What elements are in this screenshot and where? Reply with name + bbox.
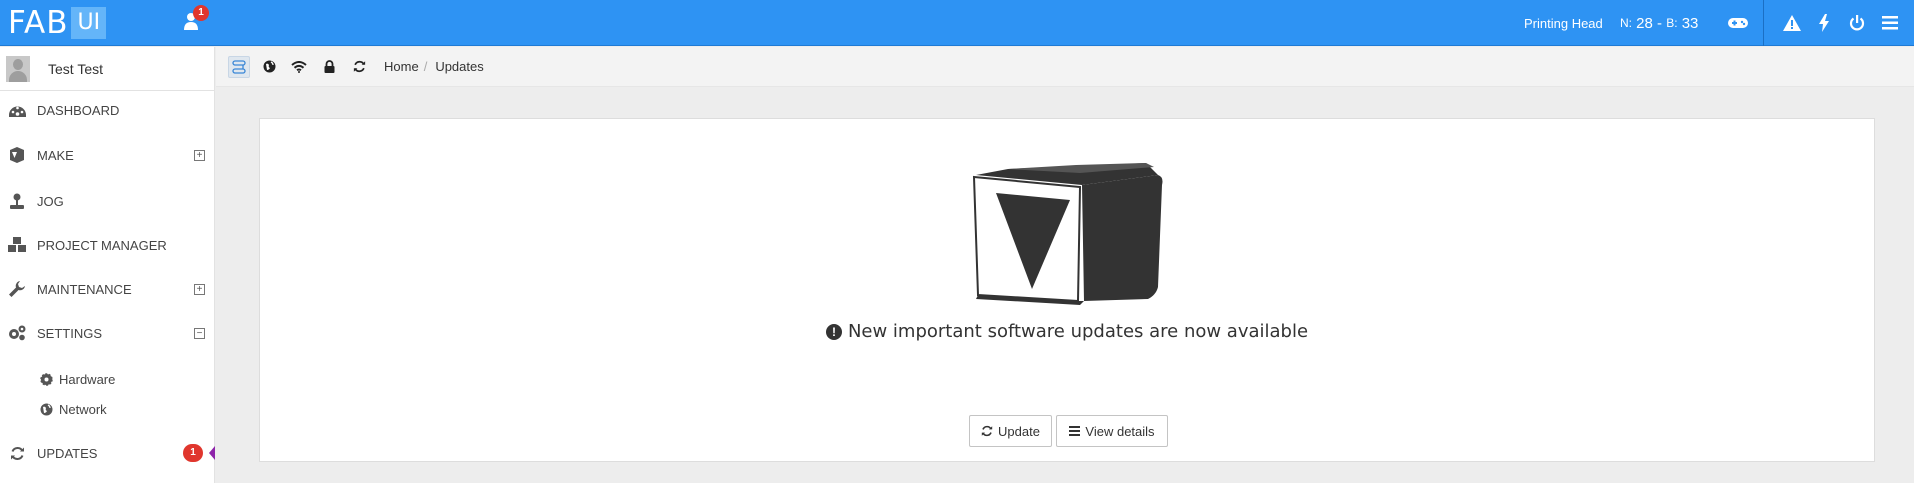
sidebar-item-label: PROJECT MANAGER: [37, 237, 167, 253]
sidebar-subitem-network[interactable]: Network: [0, 395, 215, 423]
temp-separator: -: [1657, 14, 1663, 32]
hamburger-icon: [1882, 16, 1898, 30]
sidebar-item-project-manager[interactable]: PROJECT MANAGER: [0, 227, 215, 263]
gamepad-button[interactable]: [1728, 13, 1748, 33]
sidebar-item-label: MAKE: [37, 147, 74, 163]
updates-badge: 1: [183, 444, 203, 462]
breadcrumb-current: Updates: [435, 59, 484, 74]
shutdown-button[interactable]: [1847, 13, 1867, 33]
expand-toggle[interactable]: +: [194, 283, 205, 295]
bed-label: B:: [1666, 16, 1678, 30]
wifi-icon: [291, 60, 307, 73]
sidebar-item-jog[interactable]: JOG: [0, 183, 215, 219]
exclamation-circle-icon: !: [825, 323, 842, 340]
user-profile[interactable]: Test Test: [0, 47, 214, 91]
sidebar-subitem-hardware[interactable]: Hardware: [0, 365, 215, 393]
internet-status-button[interactable]: [258, 56, 280, 78]
sidebar-item-dashboard[interactable]: DASHBOARD: [0, 92, 215, 128]
nozzle-temperature: 28: [1636, 14, 1653, 32]
temperature-readout[interactable]: N: 28 - B: 33: [1620, 0, 1698, 46]
warning-icon: [1783, 15, 1801, 31]
updates-panel: ! New important software updates are now…: [259, 118, 1875, 462]
refresh-page-button[interactable]: [348, 56, 370, 78]
top-header: FAB UI 1 Printing Head N: 28 - B: 33: [0, 0, 1914, 46]
header-divider: [1763, 0, 1764, 46]
view-details-button[interactable]: View details: [1056, 415, 1168, 447]
dashboard-icon: [7, 100, 27, 120]
user-notifications-button[interactable]: 1: [184, 5, 209, 34]
sidebar-item-label: UPDATES: [37, 445, 98, 461]
breadcrumb-home[interactable]: Home: [384, 59, 419, 74]
sidebar-item-maintenance[interactable]: MAINTENANCE +: [0, 271, 215, 307]
lightning-icon: [1819, 14, 1829, 32]
sidebar-item-label: MAINTENANCE: [37, 281, 132, 297]
avatar: [6, 55, 30, 82]
update-button[interactable]: Update: [969, 415, 1052, 447]
cube-icon: [7, 145, 27, 165]
globe-icon: [263, 60, 275, 73]
logo-badge: UI: [71, 7, 107, 39]
update-button-label: Update: [998, 423, 1040, 439]
globe-icon: [39, 402, 53, 416]
sidebar-item-label: JOG: [37, 193, 64, 209]
power-icon: [1849, 15, 1865, 31]
route-icon: [232, 59, 246, 74]
printing-head-label: Printing Head: [1524, 15, 1603, 31]
wrench-icon: [7, 279, 27, 299]
emergency-button[interactable]: [1782, 13, 1802, 33]
notification-badge: 1: [193, 5, 209, 21]
sidebar-item-label: DASHBOARD: [37, 102, 120, 118]
sidebar: Test Test DASHBOARD MAKE + JOG PROJECT M…: [0, 47, 215, 483]
ribbon-bar: Home / Updates: [216, 47, 1914, 87]
list-icon: [1069, 426, 1081, 436]
sidebar-item-label: SETTINGS: [37, 325, 103, 341]
bed-temperature: 33: [1681, 14, 1699, 32]
view-details-button-label: View details: [1085, 423, 1155, 439]
refresh-icon: [353, 60, 365, 73]
logo-text: FAB: [8, 5, 69, 41]
user-name: Test Test: [48, 60, 103, 77]
refresh-icon: [7, 443, 27, 463]
joystick-icon: [7, 191, 27, 211]
fabtotum-logo-image: [972, 163, 1163, 305]
power-supply-button[interactable]: [1814, 13, 1834, 33]
gear-icon: [39, 372, 53, 386]
sidebar-subitem-label: Hardware: [59, 371, 116, 387]
gears-icon: [7, 323, 27, 343]
lock-button[interactable]: [318, 56, 340, 78]
gamepad-icon: [1728, 18, 1748, 28]
collapse-toggle[interactable]: −: [194, 327, 205, 339]
breadcrumb: Home / Updates: [384, 59, 484, 74]
sidebar-item-settings[interactable]: SETTINGS −: [0, 315, 215, 351]
active-indicator: [209, 446, 215, 460]
cubes-icon: [7, 235, 27, 255]
wifi-status-button[interactable]: [288, 56, 310, 78]
sidebar-item-make[interactable]: MAKE +: [0, 137, 215, 173]
reset-widgets-button[interactable]: [228, 55, 250, 78]
expand-toggle[interactable]: +: [194, 149, 205, 161]
message-text: New important software updates are now a…: [847, 321, 1309, 342]
lock-icon: [324, 60, 334, 73]
update-available-message: ! New important software updates are now…: [260, 321, 1874, 342]
sidebar-subitem-label: Network: [59, 401, 107, 417]
fabui-logo[interactable]: FAB UI: [8, 5, 107, 41]
nozzle-label: N:: [1620, 16, 1632, 30]
sidebar-item-updates[interactable]: UPDATES 1: [0, 435, 215, 471]
breadcrumb-separator: /: [423, 59, 428, 74]
refresh-icon: [981, 425, 993, 437]
menu-toggle-button[interactable]: [1880, 13, 1900, 33]
